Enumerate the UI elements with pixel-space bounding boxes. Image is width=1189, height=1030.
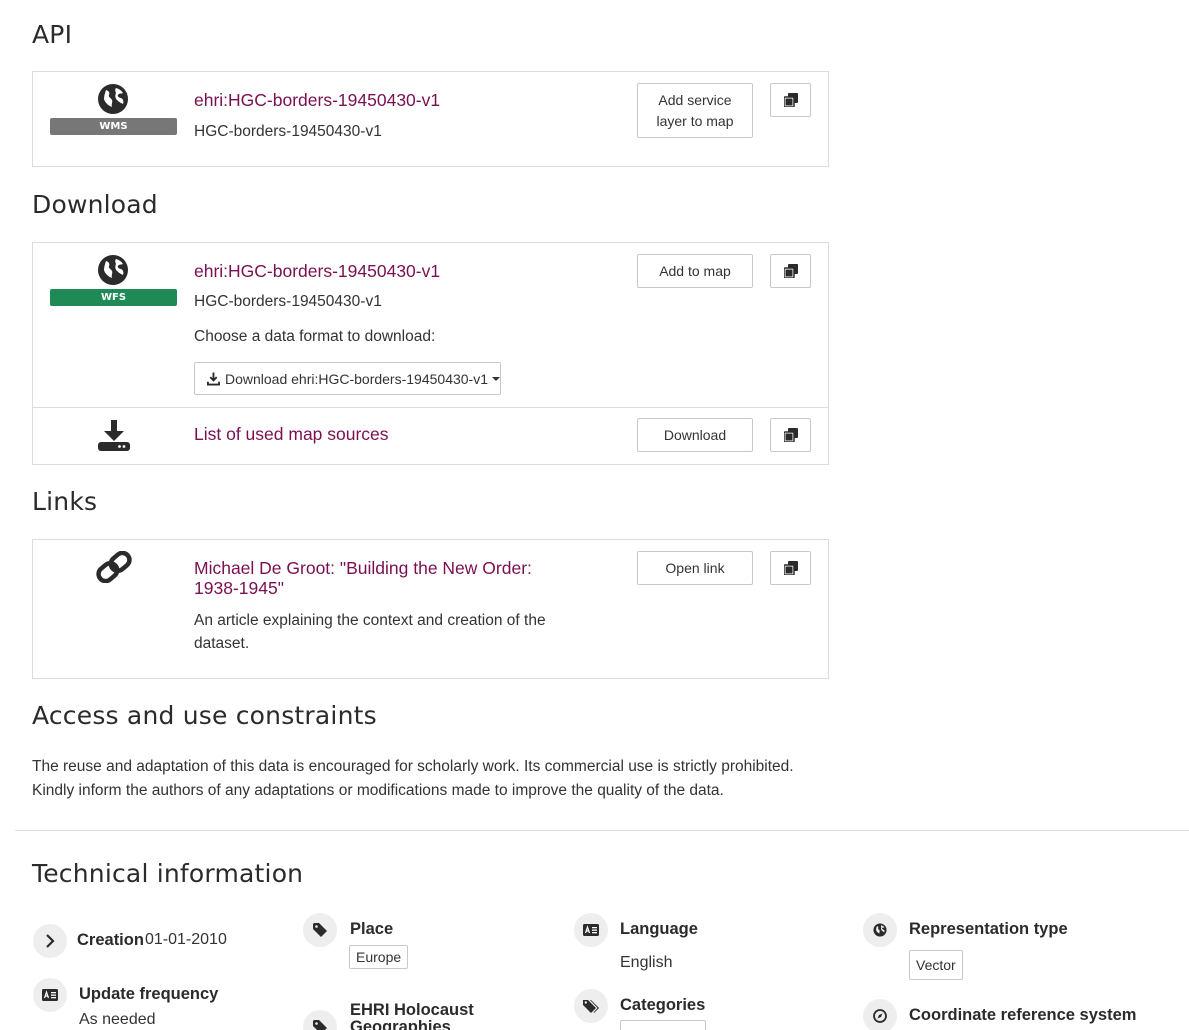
download-sources-button[interactable]: Download (637, 418, 753, 452)
globe-icon (98, 84, 128, 114)
language-icon-wrap (574, 913, 608, 947)
add-service-layer-button[interactable]: Add service layer to map (637, 83, 753, 138)
globe-icon (98, 255, 128, 285)
api-layer-subtitle: HGC-borders-19450430-v1 (194, 123, 382, 140)
copy-icon (783, 93, 798, 107)
download-item-row: WFS ehri:HGC-borders-19450430-v1 HGC-bor… (33, 243, 828, 407)
api-layer-title-link[interactable]: ehri:HGC-borders-19450430-v1 (194, 90, 440, 110)
wms-badge: WMS (50, 118, 177, 135)
place-tag[interactable]: Europe (349, 945, 409, 969)
id-card-icon (42, 989, 58, 1001)
article-desc-line-1: An article explaining the context and cr… (194, 612, 546, 629)
open-link-button[interactable]: Open link (637, 551, 753, 585)
api-copy-button[interactable] (770, 83, 811, 117)
caret-down-icon (492, 376, 500, 381)
ehri-icon-wrap (303, 1010, 337, 1030)
chevron-right-icon (46, 934, 55, 948)
add-to-map-button[interactable]: Add to map (637, 254, 753, 288)
ehri-label-line-1: EHRI Holocaust (350, 1001, 474, 1019)
representation-tag[interactable]: Vector (909, 950, 963, 980)
download-layer-subtitle: HGC-borders-19450430-v1 (194, 293, 382, 310)
add-service-layer-label-2: layer to map (656, 112, 734, 129)
api-card: WMS ehri:HGC-borders-19450430-v1 HGC-bor… (32, 71, 829, 167)
update-frequency-value: As needed (79, 1011, 156, 1028)
tag-icon (313, 923, 327, 937)
section-divider (15, 830, 1189, 831)
creation-label: Creation (77, 931, 144, 949)
copy-icon (783, 264, 798, 278)
representation-label: Representation type (909, 920, 1068, 938)
constraints-heading: Access and use constraints (32, 701, 377, 730)
creation-toggle[interactable] (33, 924, 67, 958)
representation-icon-wrap (863, 913, 897, 947)
add-service-layer-label-1: Add service (658, 91, 732, 108)
place-icon-wrap (303, 913, 337, 947)
categories-icon-wrap (574, 989, 608, 1023)
article-link-title[interactable]: Michael De Groot: "Building the New Orde… (194, 558, 532, 598)
language-icon (583, 924, 599, 936)
copy-icon (783, 428, 798, 442)
constraints-line-2: Kindly inform the authors of any adaptat… (32, 782, 724, 799)
links-card: Michael De Groot: "Building the New Orde… (32, 539, 829, 679)
sources-copy-button[interactable] (770, 418, 811, 452)
map-sources-row: List of used map sources Download (33, 407, 828, 464)
tag-icon (313, 1020, 327, 1030)
api-heading: API (32, 20, 73, 49)
ehri-label: EHRI Holocaust Geographies (350, 1002, 474, 1030)
download-icon (207, 372, 220, 385)
link-icon (96, 551, 132, 583)
wfs-badge: WFS (50, 289, 177, 306)
format-prompt: Choose a data format to download: (194, 328, 436, 345)
creation-value: 01-01-2010 (145, 931, 227, 948)
map-sources-link[interactable]: List of used map sources (194, 424, 389, 444)
crs-label: Coordinate reference system (909, 1006, 1137, 1024)
article-desc-line-2: dataset. (194, 635, 250, 652)
download-heading: Download (32, 190, 158, 219)
links-heading: Links (32, 487, 98, 516)
constraints-text: The reuse and adaptation of this data is… (32, 755, 832, 803)
technical-heading: Technical information (32, 859, 304, 888)
article-description: An article explaining the context and cr… (194, 609, 574, 655)
globe-icon (873, 923, 887, 937)
constraints-line-1: The reuse and adaptation of this data is… (32, 758, 794, 775)
link-item-row: Michael De Groot: "Building the New Orde… (33, 540, 828, 678)
ehri-label-line-2: Geographies (350, 1018, 451, 1030)
compass-icon (873, 1009, 887, 1023)
categories-label: Categories (620, 996, 706, 1014)
language-value: English (620, 954, 673, 971)
update-frequency-label: Update frequency (79, 985, 219, 1003)
download-format-dropdown[interactable]: Download ehri:HGC-borders-19450430-v1 (194, 362, 501, 395)
tags-icon (583, 1000, 599, 1013)
download-format-label: Download ehri:HGC-borders-19450430-v1 (224, 370, 488, 387)
copy-icon (783, 561, 798, 575)
download-card: WFS ehri:HGC-borders-19450430-v1 HGC-bor… (32, 242, 829, 465)
download-tray-icon (98, 420, 130, 451)
language-label: Language (620, 920, 698, 938)
article-title-line-2: 1938-1945" (194, 578, 284, 598)
api-item-row: WMS ehri:HGC-borders-19450430-v1 HGC-bor… (33, 72, 828, 166)
place-label: Place (350, 920, 394, 938)
download-copy-button[interactable] (770, 254, 811, 288)
link-copy-button[interactable] (770, 551, 811, 585)
crs-icon-wrap (863, 999, 897, 1030)
download-layer-title-link[interactable]: ehri:HGC-borders-19450430-v1 (194, 261, 440, 281)
categories-tag[interactable] (620, 1020, 706, 1030)
article-title-line-1: Michael De Groot: "Building the New Orde… (194, 558, 532, 578)
update-frequency-icon-wrap (33, 978, 67, 1012)
